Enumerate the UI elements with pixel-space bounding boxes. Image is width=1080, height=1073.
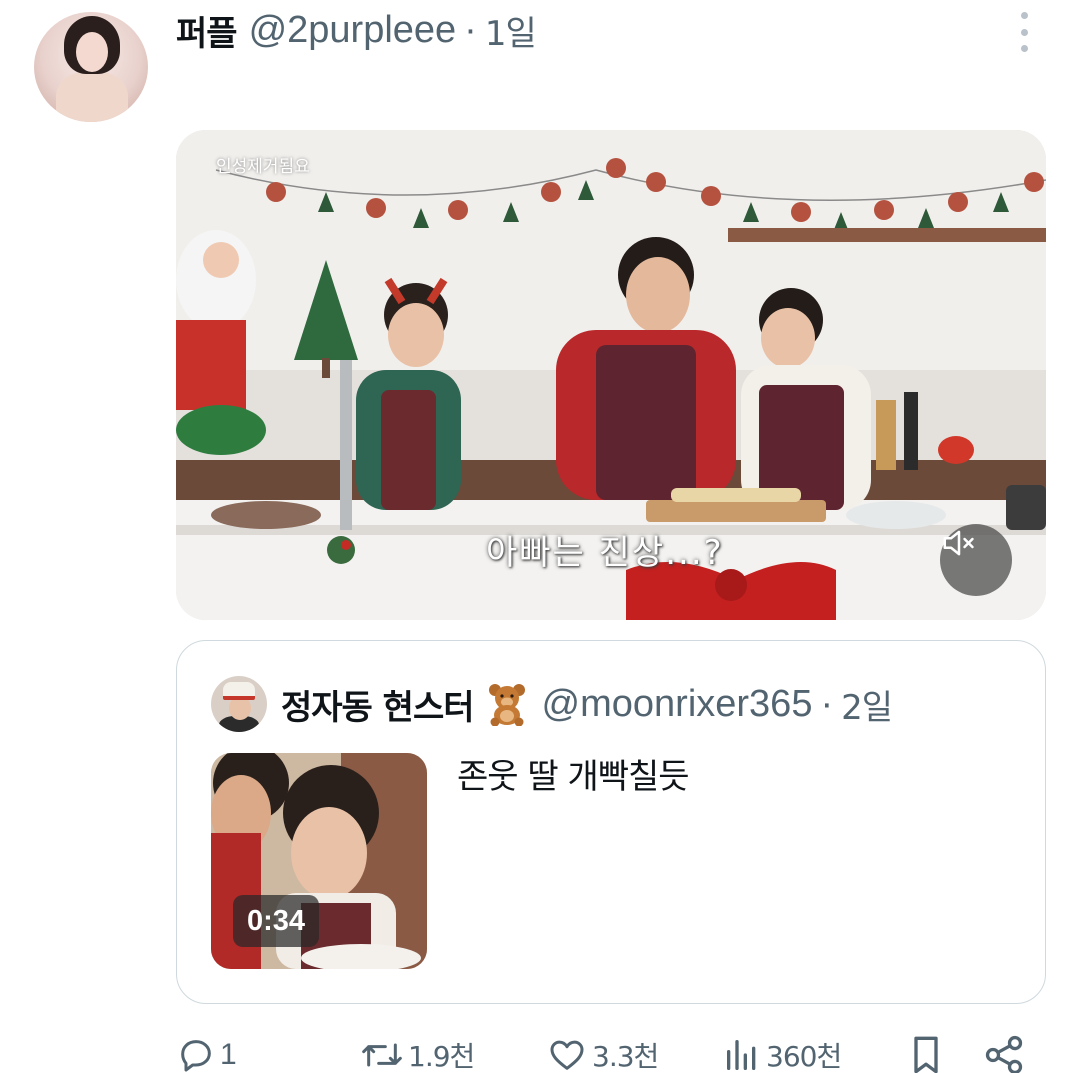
video-caption: 아빠는 진상...? xyxy=(486,533,724,573)
speaker-icon xyxy=(943,530,974,556)
reply-count: 1 xyxy=(220,1038,237,1071)
author-avatar[interactable] xyxy=(34,12,148,122)
bookmark-icon xyxy=(914,1036,938,1073)
views-icon xyxy=(727,1040,756,1070)
quoted-author-display-name[interactable]: 정자동 현스터 xyxy=(281,680,475,729)
video-duration-badge: 0:34 xyxy=(233,895,320,947)
views-button[interactable]: 360천 xyxy=(722,1030,842,1073)
heart-icon xyxy=(550,1040,584,1070)
tweet-action-bar: 1 1.9천 3.3천 360천 xyxy=(176,1030,1056,1073)
volume-muted-icon[interactable] xyxy=(940,524,1012,596)
quoted-author-handle[interactable]: @moonrixer365 xyxy=(542,683,813,726)
quoted-tweet[interactable]: 정자동 현스터 @moonrixer365 · 2일 0:34 존웃 딸 개빡칠… xyxy=(176,640,1046,1004)
author-display-name[interactable]: 퍼플 xyxy=(176,6,238,55)
tweet-timestamp[interactable]: 1일 xyxy=(485,6,537,55)
retweet-button[interactable]: 1.9천 xyxy=(360,1030,475,1073)
reply-button[interactable]: 1 xyxy=(176,1030,237,1073)
like-button[interactable]: 3.3천 xyxy=(546,1030,659,1073)
tweet-header: 퍼플 @2purpleee · 1일 xyxy=(176,6,537,55)
share-button[interactable] xyxy=(982,1030,1026,1073)
quoted-tweet-header: 정자동 현스터 @moonrixer365 · 2일 xyxy=(281,679,893,729)
bookmark-button[interactable] xyxy=(906,1030,946,1073)
tweet-video[interactable]: 인성제거됨요 아빠는 진상...? xyxy=(176,130,1046,620)
quoted-tweet-text: 존웃 딸 개빡칠듯 xyxy=(457,757,690,797)
reply-icon xyxy=(181,1040,211,1072)
header-separator: · xyxy=(464,8,477,51)
quoted-video-thumbnail[interactable]: 0:34 xyxy=(211,753,427,969)
author-handle[interactable]: @2purpleee xyxy=(249,9,457,52)
share-icon xyxy=(985,1035,1023,1073)
retweet-icon xyxy=(362,1043,402,1067)
quoted-header-separator: · xyxy=(820,682,834,725)
views-count: 360천 xyxy=(766,1040,842,1073)
more-vertical-icon[interactable] xyxy=(1012,12,1036,52)
quoted-tweet-timestamp[interactable]: 2일 xyxy=(841,680,893,729)
retweet-count: 1.9천 xyxy=(408,1040,475,1073)
teddy-bear-emoji xyxy=(486,682,528,727)
video-watermark: 인성제거됨요 xyxy=(216,157,310,177)
quoted-author-avatar[interactable] xyxy=(211,676,267,732)
like-count: 3.3천 xyxy=(592,1040,659,1073)
